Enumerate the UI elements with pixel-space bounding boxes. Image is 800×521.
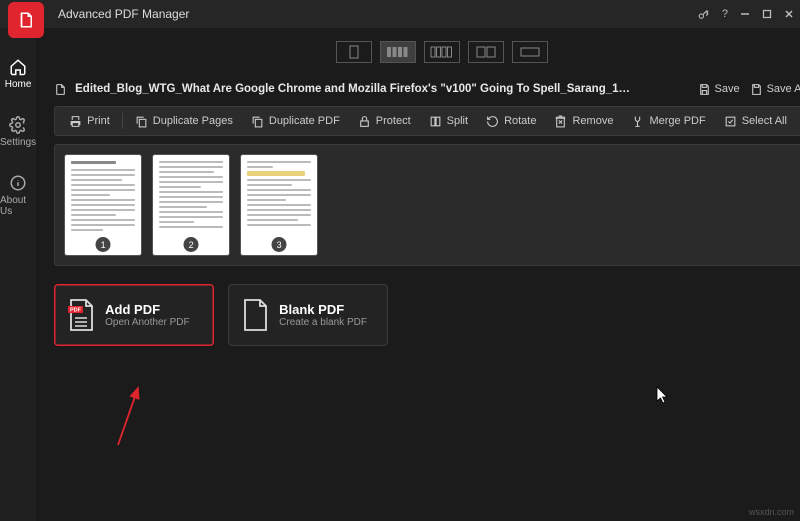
split-icon: [429, 115, 442, 128]
app-logo: [8, 2, 44, 38]
close-button[interactable]: [784, 9, 794, 19]
help-button[interactable]: ?: [722, 8, 728, 20]
sidebar-item-about[interactable]: About Us: [0, 170, 36, 221]
select-all-icon: [724, 115, 737, 128]
add-pdf-icon: PDF: [67, 298, 95, 332]
duplicate-pages-button[interactable]: Duplicate Pages: [127, 111, 241, 132]
info-icon: [9, 174, 27, 192]
app-title: Advanced PDF Manager: [58, 7, 189, 21]
duplicate-pdf-icon: [251, 115, 264, 128]
page-number-badge: 1: [96, 237, 111, 252]
view-mode-bar: [36, 28, 800, 76]
view-mode-four[interactable]: [380, 41, 416, 63]
view-mode-single[interactable]: [336, 41, 372, 63]
sidebar-item-label: Home: [5, 79, 32, 90]
lock-icon: [358, 115, 371, 128]
page-number-badge: 3: [272, 237, 287, 252]
sidebar-item-home[interactable]: Home: [0, 54, 36, 94]
maximize-button[interactable]: [762, 9, 772, 19]
view-mode-outline-four[interactable]: [424, 41, 460, 63]
blank-pdf-card[interactable]: Blank PDF Create a blank PDF: [228, 284, 388, 346]
card-title: Add PDF: [105, 302, 190, 317]
duplicate-pdf-button[interactable]: Duplicate PDF: [243, 111, 348, 132]
page-thumbnail[interactable]: 1: [65, 155, 141, 255]
remove-button[interactable]: Remove: [546, 111, 621, 132]
print-icon: [69, 115, 82, 128]
view-mode-wide[interactable]: [512, 41, 548, 63]
sidebar-item-label: About Us: [0, 195, 36, 217]
toolbar: Print Duplicate Pages Duplicate PDF Prot…: [54, 106, 800, 136]
save-button[interactable]: Save: [698, 83, 740, 96]
gear-icon: [9, 116, 27, 134]
print-button[interactable]: Print: [61, 111, 118, 132]
sidebar-item-label: Settings: [0, 137, 36, 148]
page-thumbnail[interactable]: 3: [241, 155, 317, 255]
duplicate-pages-icon: [135, 115, 148, 128]
protect-button[interactable]: Protect: [350, 111, 419, 132]
sidebar: Home Settings About Us: [0, 28, 36, 521]
view-mode-two[interactable]: [468, 41, 504, 63]
page-number-badge: 2: [184, 237, 199, 252]
svg-text:PDF: PDF: [70, 308, 82, 314]
select-all-button[interactable]: Select All: [716, 111, 795, 132]
key-icon[interactable]: [697, 8, 710, 21]
watermark: wsxdn.com: [749, 507, 794, 517]
card-subtitle: Open Another PDF: [105, 317, 190, 328]
mouse-cursor: [656, 386, 670, 404]
minimize-button[interactable]: [740, 9, 750, 19]
page-thumbnails: 1 2 3: [54, 144, 800, 266]
home-icon: [9, 58, 27, 76]
save-icon: [698, 83, 711, 96]
file-row: Edited_Blog_WTG_What Are Google Chrome a…: [36, 76, 800, 102]
merge-icon: [631, 115, 644, 128]
add-pdf-card[interactable]: PDF Add PDF Open Another PDF: [54, 284, 214, 346]
file-name: Edited_Blog_WTG_What Are Google Chrome a…: [75, 83, 635, 95]
save-as-button[interactable]: Save As: [750, 83, 800, 96]
save-as-icon: [750, 83, 763, 96]
card-subtitle: Create a blank PDF: [279, 317, 367, 328]
rotate-button[interactable]: Rotate: [478, 111, 544, 132]
card-title: Blank PDF: [279, 302, 367, 317]
sidebar-item-settings[interactable]: Settings: [0, 112, 36, 152]
action-cards: PDF Add PDF Open Another PDF Blank PDF C…: [54, 284, 800, 346]
rotate-icon: [486, 115, 499, 128]
split-button[interactable]: Split: [421, 111, 476, 132]
window-controls: ?: [697, 8, 794, 21]
remove-icon: [554, 115, 567, 128]
titlebar: Advanced PDF Manager ?: [0, 0, 800, 28]
blank-pdf-icon: [241, 298, 269, 332]
merge-button[interactable]: Merge PDF: [623, 111, 713, 132]
page-thumbnail[interactable]: 2: [153, 155, 229, 255]
file-icon: [54, 83, 67, 96]
